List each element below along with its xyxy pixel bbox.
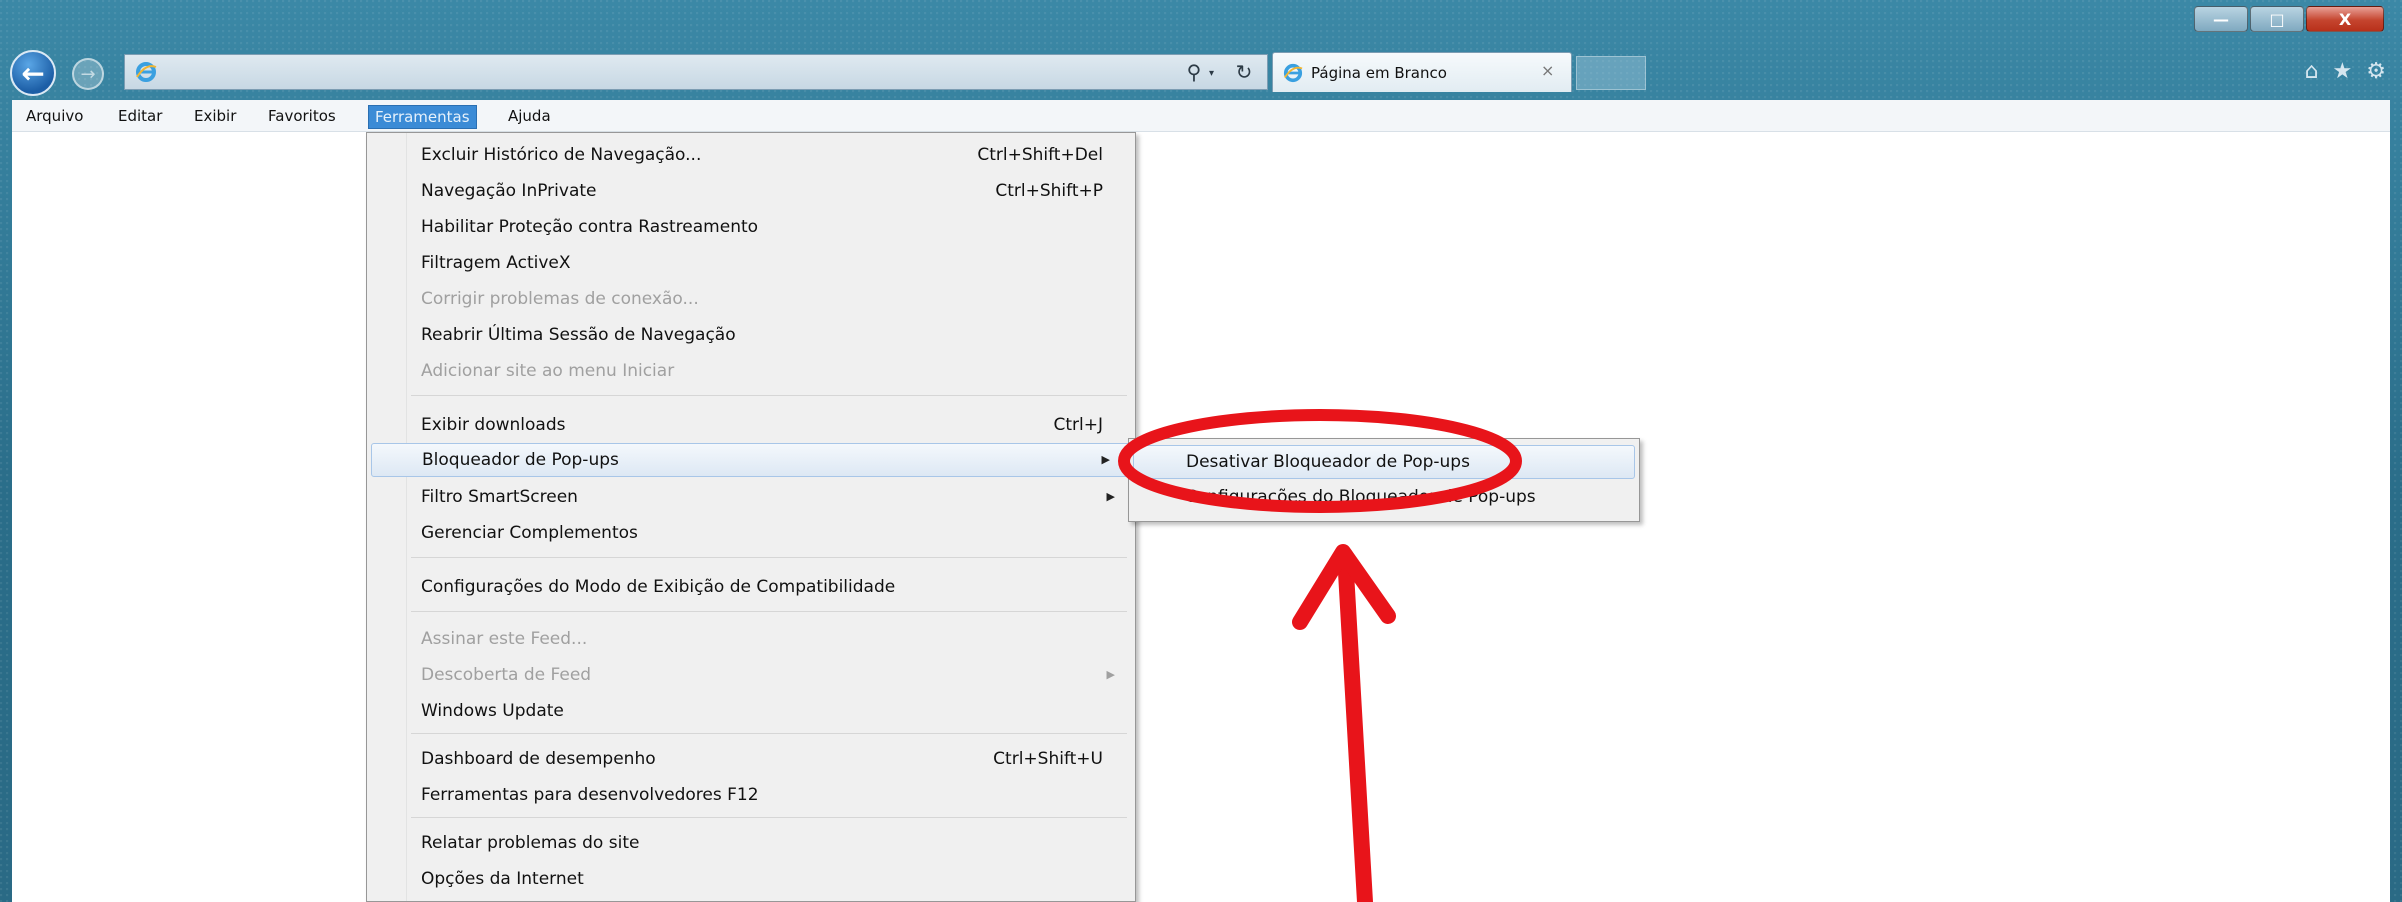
menu-item-smartscreen[interactable]: Filtro SmartScreen ▶ [367,481,1135,515]
menu-item-tracking-protection[interactable]: Habilitar Proteção contra Rastreamento [367,211,1135,245]
menu-item-f12-dev-tools[interactable]: Ferramentas para desenvolvedores F12 [367,779,1135,813]
menu-arquivo[interactable]: Arquivo [20,105,89,127]
menu-item-report-site-problems[interactable]: Relatar problemas do site [367,827,1135,861]
address-bar[interactable]: ⚲ ▾ ↻ [124,54,1268,90]
menu-item-fix-connection: Corrigir problemas de conexão... [421,289,699,309]
menu-item-popup-blocker[interactable]: Bloqueador de Pop-ups ▶ [371,443,1131,477]
menu-item-activex-filtering[interactable]: Filtragem ActiveX [367,247,1135,281]
address-text[interactable] [169,63,989,83]
back-arrow-icon: ← [21,56,45,90]
submenu-arrow-icon: ▶ [1106,668,1115,681]
maximize-button[interactable]: □ [2250,6,2304,32]
ie-logo-icon [136,62,157,82]
menu-separator [411,557,1127,558]
popup-blocker-submenu: Desativar Bloqueador de Pop-ups Configur… [1128,438,1640,522]
menu-item-feed-discovery: Descoberta de Feed ▶ [421,665,1115,685]
submenu-item-disable-popup-blocker[interactable]: Desativar Bloqueador de Pop-ups [1133,445,1635,479]
tab-blank-page[interactable]: Página em Branco × [1272,52,1572,92]
ie-page-icon [1283,63,1303,83]
submenu-arrow-icon: ▶ [1106,490,1115,503]
menu-item-subscribe-feed: Assinar este Feed... [421,629,588,649]
menu-item-inprivate[interactable]: Navegação InPrivate Ctrl+Shift+P [367,175,1135,209]
menu-item-performance-dashboard[interactable]: Dashboard de desempenho Ctrl+Shift+U [367,743,1135,777]
menu-ferramentas[interactable]: Ferramentas [368,105,477,129]
menu-item-view-downloads[interactable]: Exibir downloads Ctrl+J [367,409,1135,443]
minimize-button[interactable]: — [2194,6,2248,32]
menu-separator [411,817,1127,818]
menu-favoritos[interactable]: Favoritos [262,105,342,127]
menu-separator [411,611,1127,612]
close-button[interactable]: X [2306,6,2384,32]
menu-ajuda[interactable]: Ajuda [502,105,557,127]
menu-item-compat-view-settings[interactable]: Configurações do Modo de Exibição de Com… [367,571,1135,605]
menu-exibir[interactable]: Exibir [188,105,242,127]
navigation-bar: ← → ⚲ ▾ ↻ Página em Branco × ⌂ ★ ⚙ [0,46,2402,98]
menu-item-reopen-session[interactable]: Reabrir Última Sessão de Navegação [367,319,1135,353]
submenu-item-popup-blocker-settings[interactable]: Configurações do Bloqueador de Pop-ups [1133,481,1635,515]
menu-separator [411,395,1127,396]
back-button[interactable]: ← [10,50,56,96]
forward-button[interactable]: → [72,58,104,90]
submenu-arrow-icon: ▶ [1101,453,1110,466]
menu-item-manage-addons[interactable]: Gerenciar Complementos [367,517,1135,551]
tab-title: Página em Branco [1311,64,1447,82]
title-bar: — □ X [0,0,2402,46]
settings-gear-icon[interactable]: ⚙ [2366,60,2386,84]
forward-arrow-icon: → [80,63,96,85]
menu-item-delete-history[interactable]: Excluir Histórico de Navegação... Ctrl+S… [367,139,1135,173]
home-icon[interactable]: ⌂ [2305,60,2319,84]
window-title [980,14,1420,36]
tools-menu: Excluir Histórico de Navegação... Ctrl+S… [366,132,1136,902]
tab-close-icon[interactable]: × [1541,61,1554,80]
menu-bar: Arquivo Editar Exibir Favoritos Ferramen… [12,100,2390,132]
menu-separator [411,733,1127,734]
favorites-star-icon[interactable]: ★ [2333,60,2353,84]
caption-buttons: — □ X [2194,6,2384,32]
toolbar-right-icons: ⌂ ★ ⚙ [2305,60,2386,84]
refresh-icon[interactable]: ↻ [1229,58,1259,86]
new-tab-button[interactable] [1576,56,1646,90]
address-dropdown-button[interactable]: ▾ [1209,59,1225,87]
menu-item-internet-options[interactable]: Opções da Internet [367,863,1135,897]
menu-item-add-to-start: Adicionar site ao menu Iniciar [421,361,675,381]
search-icon[interactable]: ⚲ [1179,58,1209,86]
menu-editar[interactable]: Editar [112,105,168,127]
menu-item-windows-update[interactable]: Windows Update [367,695,1135,729]
